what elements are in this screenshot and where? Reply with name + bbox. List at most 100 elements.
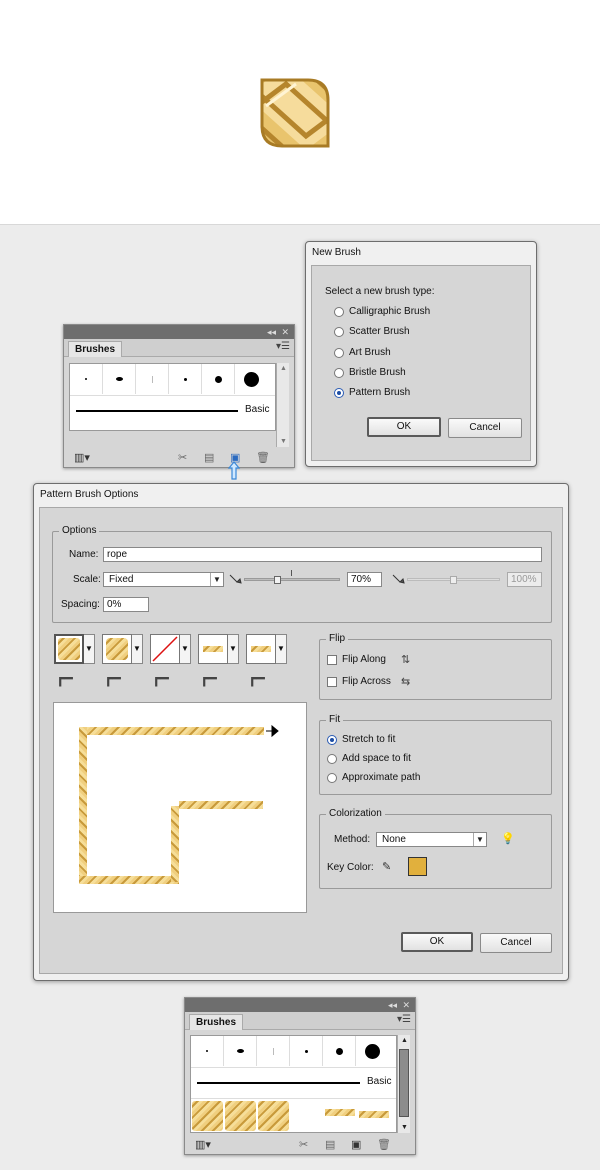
- tips-lightbulb-icon[interactable]: 💡: [501, 832, 515, 845]
- inner-corner-tile-dropdown[interactable]: ▼: [180, 634, 191, 664]
- basic-stroke-label: Basic: [245, 404, 270, 415]
- vertical-scrollbar[interactable]: ▲ ▼: [397, 1035, 410, 1133]
- preview-rope-top: [79, 727, 264, 735]
- brushes-panel-updated: ◂◂ ✕ Brushes ▾☰ Basic ▲ ▼ ▥▾ ✂ ▤ ▣ 🗑: [184, 997, 416, 1155]
- brush-libraries-icon[interactable]: ▥▾: [195, 1138, 211, 1151]
- cancel-button[interactable]: Cancel: [480, 933, 552, 953]
- pattern-tile-start: [325, 1109, 355, 1116]
- side-tile-icon: ┏━: [56, 670, 73, 686]
- scale-pen-icon: [229, 574, 242, 584]
- vertical-scrollbar[interactable]: ▲ ▼: [276, 363, 289, 447]
- options-icon[interactable]: ▤: [325, 1138, 335, 1151]
- scale-dropdown[interactable]: Fixed ▼: [103, 572, 224, 587]
- brush-list: Basic: [69, 363, 276, 431]
- panel-titlebar[interactable]: ◂◂ ✕: [185, 998, 415, 1012]
- basic-stroke-row[interactable]: Basic: [191, 1067, 396, 1097]
- spacing-label: Spacing:: [61, 599, 100, 610]
- close-icon[interactable]: ✕: [402, 999, 410, 1011]
- radio-calligraphic[interactable]: Calligraphic Brush: [334, 306, 430, 317]
- panel-menu-icon[interactable]: ▾☰: [397, 1014, 411, 1025]
- side-tile-swatch[interactable]: [54, 634, 84, 664]
- ok-button[interactable]: OK: [367, 417, 441, 437]
- cursor-arrow-icon: [227, 461, 241, 480]
- end-tile-dropdown[interactable]: ▼: [276, 634, 287, 664]
- brush-dot-5[interactable]: [202, 364, 235, 394]
- cancel-button[interactable]: Cancel: [448, 418, 522, 438]
- start-tile-icon: ┏━: [200, 670, 217, 686]
- scale-slider-track[interactable]: [244, 578, 340, 581]
- spacing-field[interactable]: 0%: [103, 597, 149, 612]
- radio-pattern[interactable]: Pattern Brush: [334, 387, 410, 398]
- brush-dot-1[interactable]: [70, 364, 103, 394]
- flip-group: Flip Flip Along ⇅ Flip Across ⇆: [319, 633, 552, 700]
- panel-menu-icon[interactable]: ▾☰: [276, 341, 290, 352]
- radio-stretch-to-fit[interactable]: Stretch to fit: [327, 734, 395, 745]
- start-tile-swatch[interactable]: [198, 634, 228, 664]
- close-icon[interactable]: ✕: [281, 326, 289, 338]
- pattern-preview: [53, 702, 307, 913]
- radio-art[interactable]: Art Brush: [334, 347, 391, 358]
- side-tile-dropdown[interactable]: ▼: [84, 634, 95, 664]
- name-field[interactable]: rope: [103, 547, 542, 562]
- tab-brushes[interactable]: Brushes: [68, 341, 123, 357]
- panel-titlebar[interactable]: ◂◂ ✕: [64, 325, 294, 339]
- chevron-down-icon: ▼: [210, 573, 223, 586]
- start-tile-dropdown[interactable]: ▼: [228, 634, 239, 664]
- collapse-icon[interactable]: ◂◂: [388, 999, 397, 1011]
- basic-stroke-label: Basic: [367, 1076, 392, 1087]
- outer-corner-tile-icon: ┏━: [104, 670, 121, 686]
- preview-rope-bottom: [79, 876, 179, 884]
- scale-slider-thumb[interactable]: [274, 576, 281, 584]
- brush-dot-6[interactable]: [356, 1036, 389, 1066]
- eyedropper-icon[interactable]: ✎: [382, 860, 391, 873]
- pattern-tile-side: [192, 1101, 223, 1131]
- panel-bottombar: ▥▾ ✂ ▤ ▣ 🗑: [185, 1134, 415, 1154]
- variation-slider-thumb[interactable]: [450, 576, 457, 584]
- flip-across-icon: ⇆: [401, 676, 411, 688]
- brush-dot-2[interactable]: [103, 364, 136, 394]
- end-tile-swatch[interactable]: [246, 634, 276, 664]
- brush-dot-5[interactable]: [323, 1036, 356, 1066]
- scale-label: Scale:: [73, 574, 101, 585]
- remove-stroke-icon[interactable]: ✂: [178, 451, 187, 464]
- delete-brush-icon[interactable]: 🗑: [377, 1138, 391, 1151]
- brush-dot-2[interactable]: [224, 1036, 257, 1066]
- brush-dot-1[interactable]: [191, 1036, 224, 1066]
- options-icon[interactable]: ▤: [204, 451, 214, 464]
- scale-percent-field[interactable]: 70%: [347, 572, 382, 587]
- delete-brush-icon[interactable]: 🗑: [256, 451, 270, 464]
- brush-dot-3[interactable]: [257, 1036, 290, 1066]
- radio-approximate-path[interactable]: Approximate path: [327, 772, 420, 783]
- brush-dot-6[interactable]: [235, 364, 268, 394]
- inner-corner-tile-icon: ┏━: [152, 670, 169, 686]
- new-brush-icon[interactable]: ▣: [351, 1138, 361, 1151]
- pattern-brush-options-dialog: Pattern Brush Options Options Name: rope…: [33, 483, 569, 981]
- flip-along-checkbox[interactable]: Flip Along: [327, 654, 386, 665]
- radio-add-space-to-fit[interactable]: Add space to fit: [327, 753, 411, 764]
- collapse-icon[interactable]: ◂◂: [267, 326, 276, 338]
- arrow-right-icon: [266, 724, 279, 738]
- brush-dot-4[interactable]: [169, 364, 202, 394]
- outer-corner-tile-dropdown[interactable]: ▼: [132, 634, 143, 664]
- remove-stroke-icon[interactable]: ✂: [299, 1138, 308, 1151]
- radio-bristle[interactable]: Bristle Brush: [334, 367, 406, 378]
- brush-type-prompt: Select a new brush type:: [325, 286, 435, 297]
- tab-brushes[interactable]: Brushes: [189, 1014, 244, 1030]
- flip-across-checkbox[interactable]: Flip Across: [327, 676, 391, 687]
- brush-dot-4[interactable]: [290, 1036, 323, 1066]
- brush-dot-3[interactable]: [136, 364, 169, 394]
- scrollbar-thumb[interactable]: [399, 1049, 409, 1117]
- outer-corner-tile-swatch[interactable]: [102, 634, 132, 664]
- radio-scatter[interactable]: Scatter Brush: [334, 326, 410, 337]
- inner-corner-tile-swatch[interactable]: [150, 634, 180, 664]
- pattern-brush-row[interactable]: [191, 1098, 396, 1132]
- basic-stroke-row[interactable]: Basic: [70, 395, 275, 425]
- flip-group-title: Flip: [326, 633, 349, 644]
- dialog-title: Pattern Brush Options: [40, 489, 139, 500]
- colorization-group-title: Colorization: [326, 808, 385, 819]
- method-dropdown[interactable]: None ▼: [376, 832, 487, 847]
- ok-button[interactable]: OK: [401, 932, 473, 952]
- fit-group-title: Fit: [326, 714, 344, 725]
- brush-libraries-icon[interactable]: ▥▾: [74, 451, 90, 464]
- key-color-swatch[interactable]: [408, 857, 427, 876]
